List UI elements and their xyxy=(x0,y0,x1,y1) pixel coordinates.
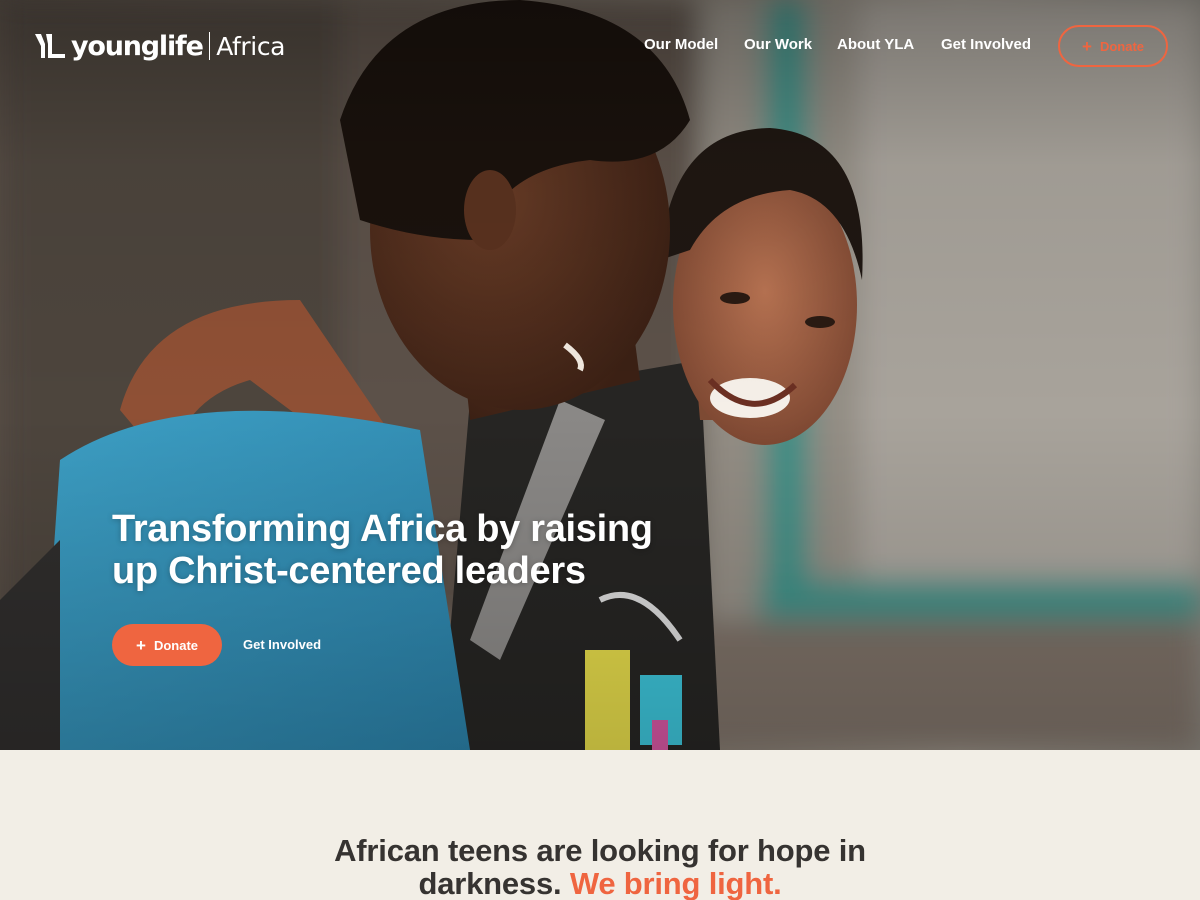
hero-donate-button[interactable]: + Donate xyxy=(112,624,222,666)
site-logo[interactable]: younglife Africa xyxy=(33,28,286,64)
intro-heading-dark: darkness. xyxy=(418,866,562,900)
hero-donate-label: Donate xyxy=(153,637,198,653)
plus-icon: + xyxy=(1082,36,1092,56)
header-donate-label: Donate xyxy=(1099,38,1144,54)
intro-heading: African teens are looking for hope in da… xyxy=(280,834,920,900)
nav-item-our-model[interactable]: Our Model xyxy=(644,36,718,53)
nav-item-get-involved[interactable]: Get Involved xyxy=(941,36,1031,53)
logo-wordmark: younglife xyxy=(71,30,204,62)
plus-icon: + xyxy=(136,635,146,655)
intro-heading-accent: We bring light. xyxy=(569,866,782,900)
hero-title: Transforming Africa by raising up Christ… xyxy=(112,508,752,592)
nav-item-our-work[interactable]: Our Work xyxy=(744,36,812,53)
nav-item-about-yla[interactable]: About YLA xyxy=(837,36,914,53)
intro-heading-line-1: African teens are looking for hope in xyxy=(334,833,866,868)
hero-title-line-1: Transforming Africa by raising xyxy=(112,508,653,550)
logo-divider xyxy=(208,32,211,60)
young-life-logo-mark-icon xyxy=(35,34,65,58)
header-donate-button[interactable]: + Donate xyxy=(1058,25,1168,67)
hero-title-line-2: up Christ-centered leaders xyxy=(112,550,586,592)
logo-region: Africa xyxy=(216,31,286,61)
hero-get-involved-link[interactable]: Get Involved xyxy=(243,637,321,652)
